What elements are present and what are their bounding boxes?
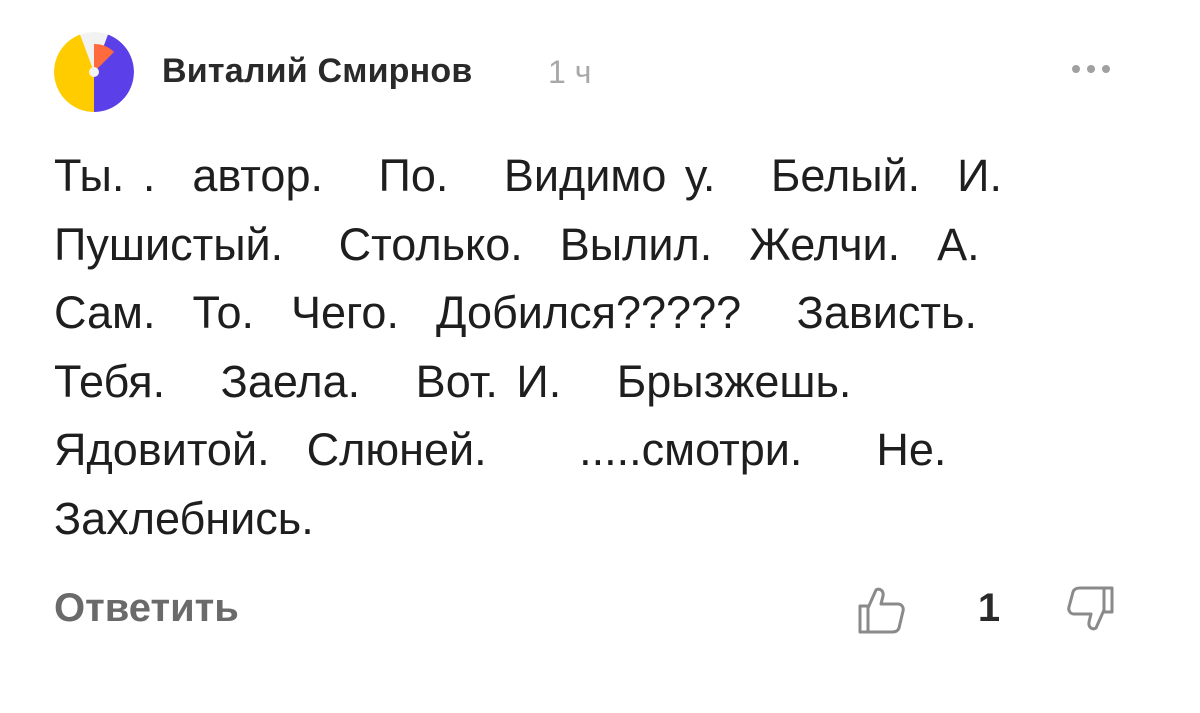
comment-time: 1 ч (548, 54, 592, 90)
avatar[interactable] (54, 32, 134, 112)
like-button[interactable] (854, 582, 910, 638)
more-menu-button[interactable] (1068, 54, 1114, 84)
thumbs-down-icon (1067, 586, 1114, 631)
comment-card: Виталий Смирнов 1 ч Ты. . автор. По. Вид… (0, 0, 1200, 713)
dislike-button[interactable] (1062, 582, 1118, 638)
avatar-icon (54, 32, 134, 112)
reply-button[interactable]: Ответить (54, 586, 239, 631)
thumbs-up-icon (858, 587, 905, 634)
comment-text: Ты. . автор. По. Видимо у. Белый. И. Пуш… (54, 150, 1003, 544)
author-name[interactable]: Виталий Смирнов (162, 52, 472, 91)
more-dots-icon (1072, 65, 1110, 73)
comment-footer: Ответить 1 (54, 580, 1134, 650)
comment-header: Виталий Смирнов 1 ч (54, 32, 1134, 114)
likes-count: 1 (977, 586, 1001, 630)
